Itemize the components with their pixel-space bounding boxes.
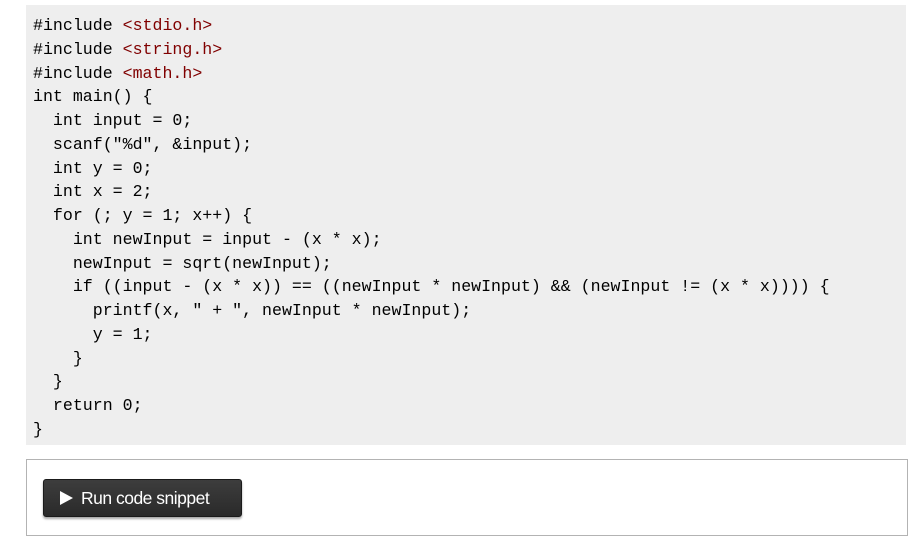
snippet-toolbar: Run code snippet — [26, 459, 908, 536]
code-line: int x = 2; — [33, 180, 906, 204]
code-token: return 0; — [33, 396, 143, 415]
code-token: #include — [33, 16, 123, 35]
code-line: for (; y = 1; x++) { — [33, 204, 906, 228]
code-line: int y = 0; — [33, 157, 906, 181]
code-token: int y = 0; — [33, 158, 153, 178]
code-line: int input = 0; — [33, 109, 906, 133]
code-line: printf(x, " + ", newInput * newInput); — [33, 299, 906, 323]
code-line: y = 1; — [33, 323, 906, 347]
code-token: } — [33, 348, 83, 368]
code-line: } — [33, 347, 906, 371]
code-line: int newInput = input - (x * x); — [33, 228, 906, 252]
code-token: int input = 0; — [33, 111, 193, 130]
code-token: int newInput = input - (x * x); — [33, 229, 382, 249]
code-token: for (; y = 1; x++) { — [33, 206, 253, 225]
code-line: return 0; — [33, 394, 906, 418]
code-token: newInput = sqrt(newInput); — [33, 253, 332, 273]
code-content: #include <stdio.h> #include <string.h> #in… — [33, 14, 906, 442]
code-line: #include <stdio.h> — [33, 14, 906, 38]
code-token: printf(x, " + ", newInput * newInput); — [33, 301, 472, 320]
code-token: } — [33, 372, 63, 392]
code-line: #include <string.h> — [33, 38, 906, 62]
code-line: if ((input - (x * x)) == ((newInput * ne… — [33, 275, 906, 299]
code-token: } — [33, 419, 43, 439]
code-token: scanf("%d", &input); — [33, 134, 253, 154]
code-line: } — [33, 370, 906, 394]
code-token: #include — [33, 39, 123, 59]
code-string-token: <math.h> — [122, 63, 203, 83]
code-line: } — [33, 418, 906, 442]
code-line: #include <math.h> — [33, 62, 906, 86]
code-line: newInput = sqrt(newInput); — [33, 252, 906, 276]
code-line: scanf("%d", &input); — [33, 133, 906, 157]
code-token: int main() { — [33, 87, 153, 107]
code-token: if ((input - (x * x)) == ((newInput * ne… — [33, 277, 830, 297]
play-icon — [60, 491, 73, 505]
code-string-token: <stdio.h> — [122, 16, 213, 35]
code-token: int x = 2; — [33, 182, 153, 202]
code-block: #include <stdio.h> #include <string.h> #in… — [26, 5, 906, 445]
code-line: int main() { — [33, 85, 906, 109]
code-string-token: <string.h> — [122, 39, 223, 59]
run-button-label: Run code snippet — [81, 487, 210, 508]
code-token: y = 1; — [33, 324, 153, 344]
code-token: #include — [33, 63, 123, 83]
run-code-snippet-button[interactable]: Run code snippet — [43, 479, 242, 517]
